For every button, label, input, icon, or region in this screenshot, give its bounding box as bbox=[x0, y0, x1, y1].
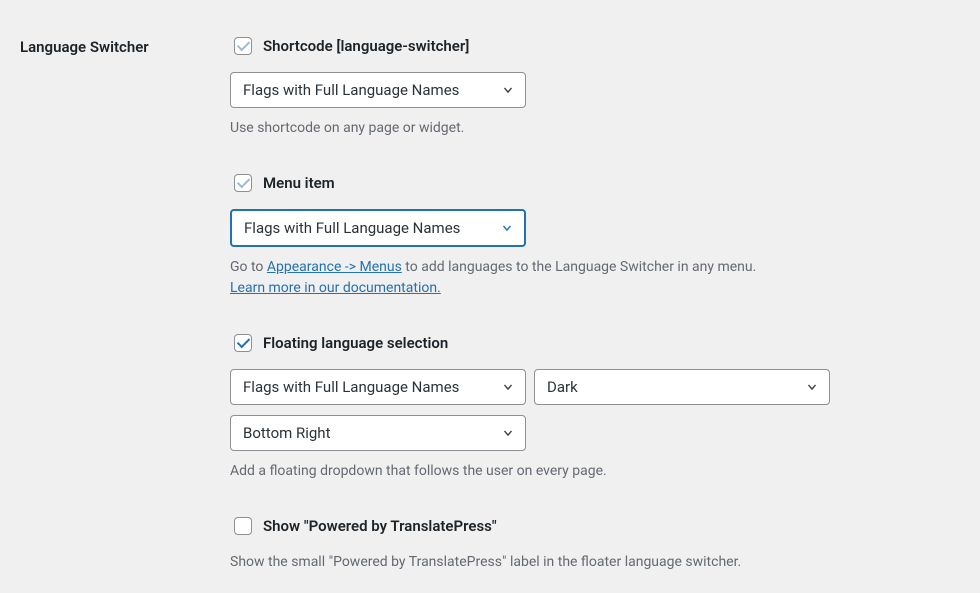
floating-help: Add a floating dropdown that follows the… bbox=[230, 461, 960, 482]
shortcode-block: Shortcode [language-switcher] Flags with… bbox=[230, 34, 960, 139]
documentation-link[interactable]: Learn more in our documentation. bbox=[230, 280, 441, 296]
menu-item-style-select[interactable]: Flags with Full Language Names bbox=[230, 209, 526, 247]
floating-position-select[interactable]: Bottom Right bbox=[230, 415, 526, 451]
shortcode-checkbox[interactable] bbox=[234, 37, 252, 55]
powered-block: Show "Powered by TranslatePress" Show th… bbox=[230, 514, 960, 573]
shortcode-label: Shortcode [language-switcher] bbox=[263, 37, 469, 55]
floating-label: Floating language selection bbox=[263, 334, 448, 352]
powered-help: Show the small "Powered by TranslatePres… bbox=[230, 552, 960, 573]
section-title: Language Switcher bbox=[20, 38, 149, 56]
appearance-menus-link[interactable]: Appearance -> Menus bbox=[267, 259, 402, 275]
powered-checkbox[interactable] bbox=[234, 517, 252, 535]
menu-item-help: Go to Appearance -> Menus to add languag… bbox=[230, 257, 960, 299]
floating-theme-select[interactable]: Dark bbox=[534, 369, 830, 405]
floating-block: Floating language selection Flags with F… bbox=[230, 331, 960, 482]
menu-item-block: Menu item Flags with Full Language Names… bbox=[230, 171, 960, 299]
shortcode-style-select[interactable]: Flags with Full Language Names bbox=[230, 72, 526, 108]
menu-item-label: Menu item bbox=[263, 174, 335, 192]
shortcode-help: Use shortcode on any page or widget. bbox=[230, 118, 960, 139]
powered-label: Show "Powered by TranslatePress" bbox=[263, 517, 497, 535]
floating-checkbox[interactable] bbox=[234, 334, 252, 352]
floating-style-select[interactable]: Flags with Full Language Names bbox=[230, 369, 526, 405]
menu-item-checkbox[interactable] bbox=[234, 174, 252, 192]
